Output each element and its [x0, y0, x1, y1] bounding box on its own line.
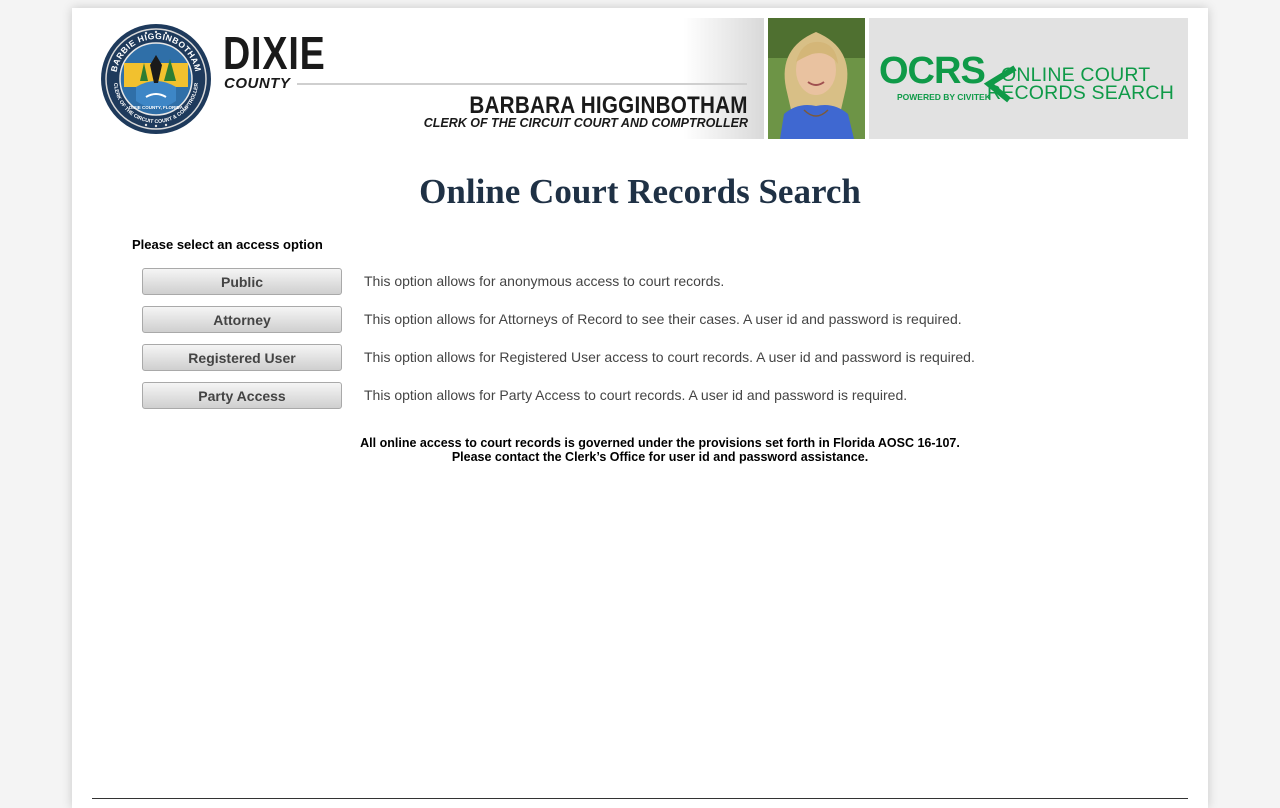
ocrs-banner: OCRS POWERED BY CIVITEK ONLINE COURT REC…: [869, 18, 1188, 139]
seal-text-center: DIXIE COUNTY, FLORIDA: [129, 105, 184, 110]
county-name: DIXIE: [223, 27, 326, 79]
party-access-button[interactable]: Party Access: [142, 382, 342, 409]
clerk-portrait-photo: [768, 18, 865, 139]
ocrs-logo: OCRS: [879, 50, 986, 92]
header-banner: BARBIE HIGGINBOTHAM CLERK OF THE CIRCUIT…: [92, 18, 1188, 139]
portrait-image: [768, 18, 865, 139]
notice-line-contact: Please contact the Clerk’s Office for us…: [451, 450, 869, 464]
clerk-title: CLERK OF THE CIRCUIT COURT AND COMPTROLL…: [423, 116, 748, 130]
public-description: This option allows for anonymous access …: [364, 273, 725, 289]
access-option-party-access: Party Access This option allows for Part…: [142, 382, 1102, 409]
attorney-description: This option allows for Attorneys of Reco…: [364, 311, 962, 327]
registered-user-button[interactable]: Registered User: [142, 344, 342, 371]
ocrs-powered-by: POWERED BY CIVITEK: [897, 92, 991, 102]
page-title: Online Court Records Search: [419, 172, 861, 211]
party-access-description: This option allows for Party Access to c…: [364, 387, 908, 403]
footer-divider: [92, 798, 1188, 799]
public-button[interactable]: Public: [142, 268, 342, 295]
access-option-public: Public This option allows for anonymous …: [142, 268, 1102, 295]
attorney-button[interactable]: Attorney: [142, 306, 342, 333]
access-option-registered-user: Registered User This option allows for R…: [142, 344, 1102, 371]
registered-user-description: This option allows for Registered User a…: [364, 349, 975, 365]
notice-line-governance: All online access to court records is go…: [360, 436, 960, 450]
ocrs-tagline: ONLINE COURT RECORDS SEARCH: [987, 65, 1174, 104]
county-seal-logo: BARBIE HIGGINBOTHAM CLERK OF THE CIRCUIT…: [101, 24, 211, 134]
ocrs-tagline-line2: RECORDS SEARCH: [987, 82, 1174, 104]
clerk-banner: BARBIE HIGGINBOTHAM CLERK OF THE CIRCUIT…: [92, 18, 764, 139]
access-option-attorney: Attorney This option allows for Attorney…: [142, 306, 1102, 333]
county-word: COUNTY: [224, 75, 291, 92]
access-option-prompt: Please select an access option: [132, 237, 323, 252]
page-container: BARBIE HIGGINBOTHAM CLERK OF THE CIRCUIT…: [72, 8, 1208, 808]
access-notice: All online access to court records is go…: [252, 436, 1068, 464]
banner-divider: [297, 83, 747, 85]
